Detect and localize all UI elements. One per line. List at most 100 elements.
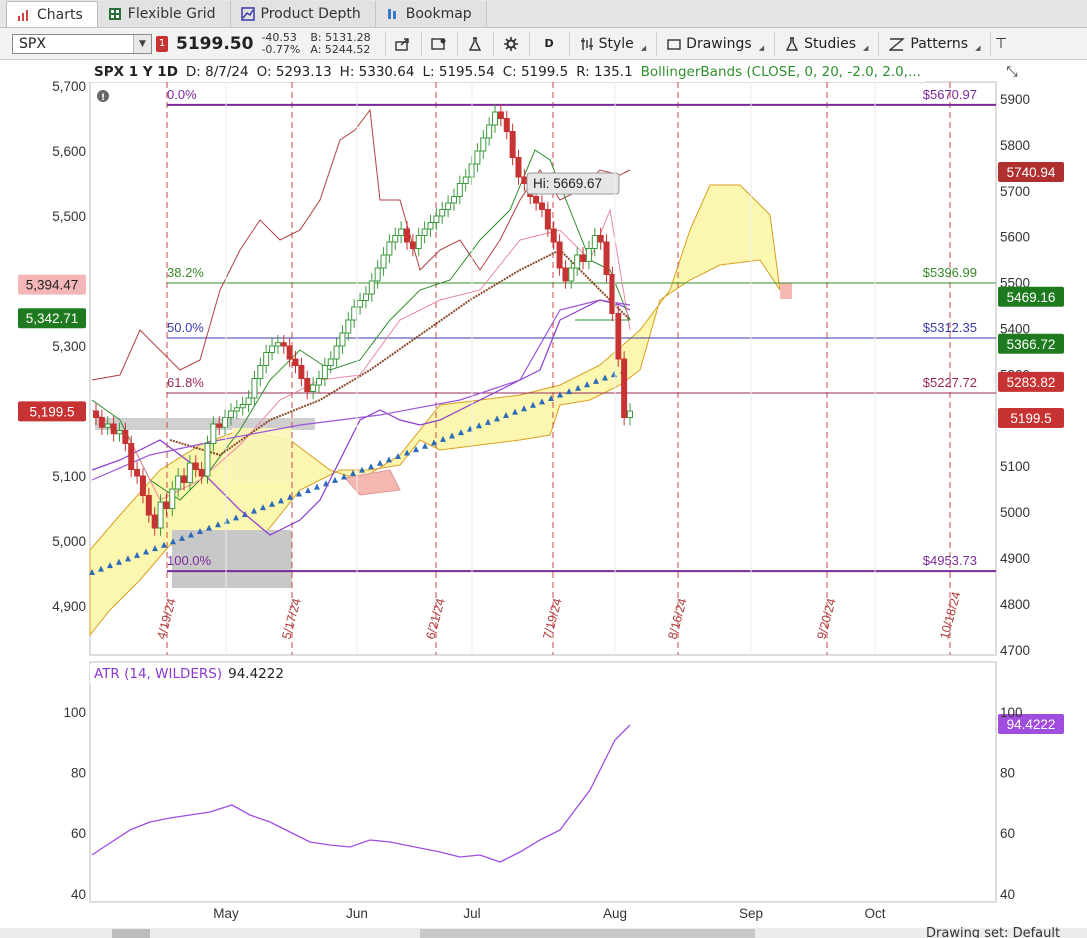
symbol-value: SPX	[19, 35, 46, 52]
symbol-input[interactable]: SPX ▼	[12, 33, 152, 54]
candle-body	[533, 196, 540, 204]
scrollbar-thumb[interactable]	[420, 929, 755, 938]
candle-body	[409, 241, 416, 249]
bid-ask-box: B: 5131.28 A: 5244.52	[310, 31, 370, 56]
atr-left-tick: 60	[71, 826, 86, 841]
patterns-icon	[889, 37, 906, 51]
candle-body	[339, 332, 346, 347]
expand-icon: ⤡	[1006, 64, 1017, 80]
patterns-button[interactable]: Patterns ◢	[878, 31, 990, 56]
candle-body	[134, 469, 141, 477]
month-label: Oct	[864, 906, 885, 921]
left-axis-tick: 5,300	[52, 339, 86, 354]
candle-body	[175, 475, 182, 490]
candle-body	[544, 209, 551, 230]
candle-body	[269, 345, 276, 353]
candle-body	[122, 430, 129, 444]
atr-right-tick: 40	[1000, 887, 1015, 902]
fib-level-pct: 61.8%	[167, 375, 204, 390]
candle-body	[521, 176, 528, 184]
candle-body	[433, 215, 440, 223]
candle-body	[345, 319, 352, 334]
gear-icon	[504, 36, 519, 51]
tab-charts[interactable]: Charts	[6, 1, 98, 27]
candle-body	[245, 397, 252, 405]
candle-body	[233, 407, 240, 412]
drawings-button[interactable]: Drawings ◢	[656, 31, 774, 56]
candle-body	[304, 378, 311, 392]
fib-level-pct: 0.0%	[167, 87, 197, 102]
event-icon-mark: !	[101, 93, 105, 103]
fib-level-pct: 50.0%	[167, 320, 204, 335]
drawing-set-label[interactable]: Drawing set: Default	[926, 926, 1060, 938]
aggregation-value: D	[544, 37, 554, 50]
candle-body	[427, 222, 434, 230]
tab-product-depth[interactable]: Product Depth	[230, 1, 376, 27]
tab-flexible-grid[interactable]: Flexible Grid	[97, 1, 231, 27]
bookmap-icon	[387, 9, 396, 19]
candle-body	[145, 495, 152, 516]
chart-area[interactable]: 4/19/24 5/17/24 6/21/24 7/19/24 8/16/24 9/20/…	[0, 60, 1087, 938]
left-axis-tick: 5,000	[52, 534, 86, 549]
candle-body	[386, 241, 393, 256]
candle-body	[128, 443, 135, 470]
candle-body	[110, 423, 117, 435]
chart-info-bar: SPX 1 Y 1D D: 8/7/24 O: 5293.13 H: 5330.…	[90, 62, 925, 82]
scrollbar-left-handle[interactable]	[112, 929, 150, 938]
candle-body	[462, 176, 469, 184]
style-icon	[580, 37, 593, 50]
study-label-bollinger[interactable]: BollingerBands (CLOSE, 0, 20, -2.0, 2.0,…	[641, 64, 921, 80]
left-axis-tick: 5,600	[52, 144, 86, 159]
candle-body	[198, 469, 205, 477]
candle-body	[186, 462, 193, 483]
studies-icon	[785, 36, 799, 51]
bar-close: C: 5199.5	[502, 64, 569, 80]
right-axis-tick: 5100	[1000, 459, 1030, 474]
atr-value: 94.4222	[228, 666, 284, 682]
style-button[interactable]: Style ◢	[568, 31, 657, 56]
atr-pane	[89, 661, 997, 903]
tab-bookmap[interactable]: Bookmap	[375, 1, 487, 27]
fib-level-pct: 100.0%	[167, 553, 212, 568]
symbol-period: SPX 1 Y 1D	[94, 64, 178, 80]
candle-body	[310, 384, 317, 392]
studies-flask-button[interactable]	[456, 31, 493, 56]
overflow-button[interactable]: ⊤	[990, 31, 1010, 56]
candle-body	[327, 358, 334, 366]
right-axis-tick: 5800	[1000, 138, 1030, 153]
bar-open: O: 5293.13	[256, 64, 332, 80]
studies-button[interactable]: Studies ◢	[774, 31, 878, 56]
left-axis-tick: 4,900	[52, 599, 86, 614]
left-price-badge-text: 5,394.47	[26, 278, 79, 293]
candle-body	[192, 462, 199, 470]
month-label: Jun	[346, 906, 368, 921]
candle-body	[374, 267, 381, 282]
aggregation-button[interactable]: D	[528, 31, 569, 56]
candle-body	[568, 267, 575, 282]
alert-badge[interactable]: 1	[156, 35, 168, 52]
month-label: Jul	[463, 906, 480, 921]
atr-name: ATR (14, WILDERS)	[94, 666, 223, 682]
right-axis-tick: 4800	[1000, 597, 1030, 612]
month-label: May	[213, 906, 239, 921]
app-window: Charts Flexible Grid Product Depth Bookm…	[0, 0, 1087, 938]
candle-body	[497, 111, 504, 119]
candle-body	[398, 228, 405, 236]
share-button[interactable]	[384, 31, 421, 56]
candle-body	[362, 293, 369, 301]
candle-body	[368, 280, 375, 295]
candle-body	[609, 274, 616, 314]
candle-body	[315, 378, 322, 386]
bar-range: R: 135.1	[576, 64, 633, 80]
fib-level-value: $5670.97	[923, 87, 977, 102]
chart-settings-button[interactable]	[420, 31, 457, 56]
candle-body	[591, 235, 598, 249]
atr-right-tick: 80	[1000, 766, 1015, 781]
candle-body	[351, 306, 358, 321]
chevron-down-icon[interactable]: ▼	[133, 34, 151, 53]
tab-flexible-grid-label: Flexible Grid	[127, 6, 216, 22]
candle-body	[456, 183, 463, 197]
settings-button[interactable]	[492, 31, 529, 56]
atr-study-label[interactable]: ATR (14, WILDERS) 94.4222	[90, 664, 288, 684]
candle-body	[503, 118, 510, 132]
